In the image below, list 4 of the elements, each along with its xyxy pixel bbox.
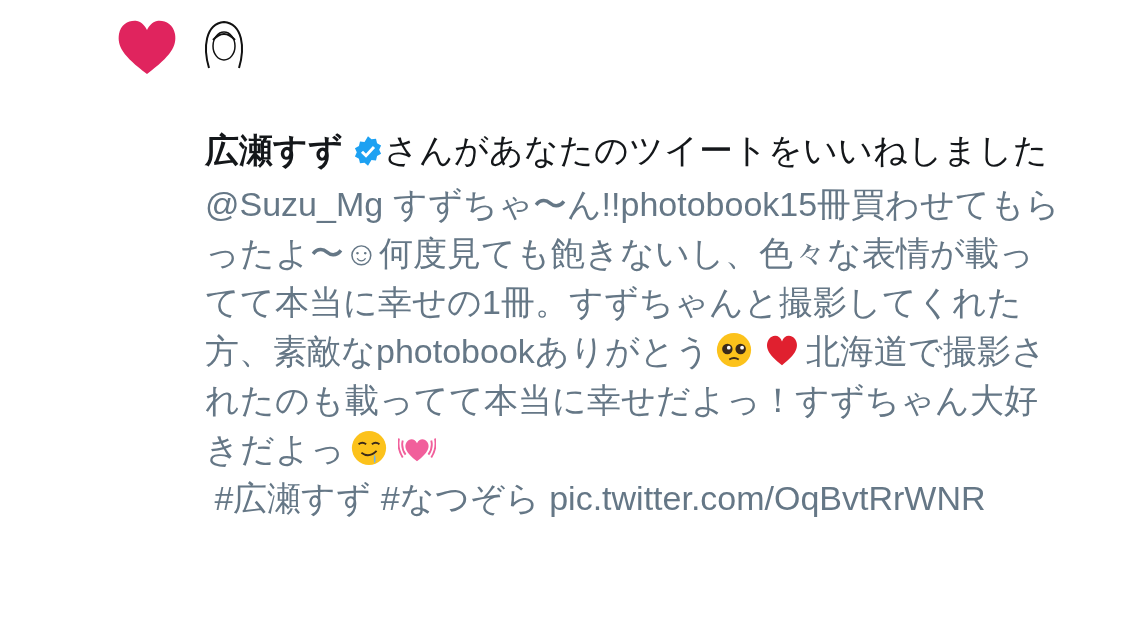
- tweet-text: @Suzu_Mg すずちゃ〜ん!!photobook15冊買わせてもらったよ〜☺何度見ても飽きないし、色々な表情が載ってて本当に幸せの1冊。すずちゃんと撮影してくれた方、素敵なphotobookありがとう 北海道で撮影されたのも載ってて本当に幸せだよっ！すずちゃん大好きだよっ #広瀬すず #なつぞら pic.twitter.com/OqBvtRrWNR: [205, 184, 1062, 519]
- notification-text: 広瀬すず さんがあなたのツイートをいいねしました: [205, 130, 1050, 172]
- pleading-face-icon: [714, 331, 753, 369]
- drooling-face-icon: [350, 429, 388, 467]
